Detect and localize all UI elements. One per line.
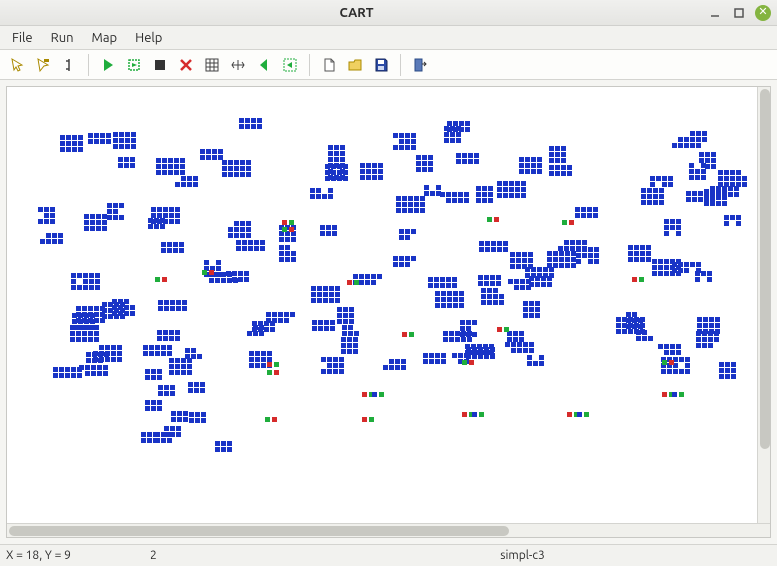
exit-icon[interactable] (409, 54, 431, 76)
cursor-flag-icon[interactable] (32, 54, 54, 76)
clear-icon[interactable] (175, 54, 197, 76)
cursor-marker-icon[interactable] (58, 54, 80, 76)
toolbar-separator (309, 54, 310, 76)
window-buttons: ✕ (707, 5, 771, 21)
status-bar: X = 18, Y = 9 2 simpl-c3 (0, 544, 777, 566)
close-button[interactable]: ✕ (755, 5, 771, 21)
prev-icon[interactable] (253, 54, 275, 76)
next-step-icon[interactable] (279, 54, 301, 76)
menu-file[interactable]: File (4, 29, 41, 47)
toolbar-separator (400, 54, 401, 76)
window-title: CART (6, 6, 707, 20)
play-icon[interactable] (97, 54, 119, 76)
menu-map[interactable]: Map (84, 29, 126, 47)
status-mapname: simpl-c3 (274, 549, 771, 562)
toolbar (0, 50, 777, 80)
menu-bar: File Run Map Help (0, 26, 777, 50)
maximize-button[interactable] (731, 5, 747, 21)
step-icon[interactable] (123, 54, 145, 76)
grid-icon[interactable] (201, 54, 223, 76)
vertical-scrollbar[interactable] (757, 87, 771, 523)
map-viewport (6, 86, 771, 538)
fit-width-icon[interactable] (227, 54, 249, 76)
toolbar-separator (88, 54, 89, 76)
new-file-icon[interactable] (318, 54, 340, 76)
menu-run[interactable]: Run (43, 29, 82, 47)
cursor-select-icon[interactable] (6, 54, 28, 76)
horizontal-scrollbar[interactable] (7, 523, 770, 537)
title-bar: CART ✕ (0, 0, 777, 26)
map-canvas[interactable] (7, 87, 770, 523)
menu-help[interactable]: Help (127, 29, 170, 47)
open-file-icon[interactable] (344, 54, 366, 76)
status-coords: X = 18, Y = 9 (6, 549, 126, 562)
save-file-icon[interactable] (370, 54, 392, 76)
stop-icon[interactable] (149, 54, 171, 76)
minimize-button[interactable] (707, 5, 723, 21)
status-value: 2 (150, 549, 250, 562)
